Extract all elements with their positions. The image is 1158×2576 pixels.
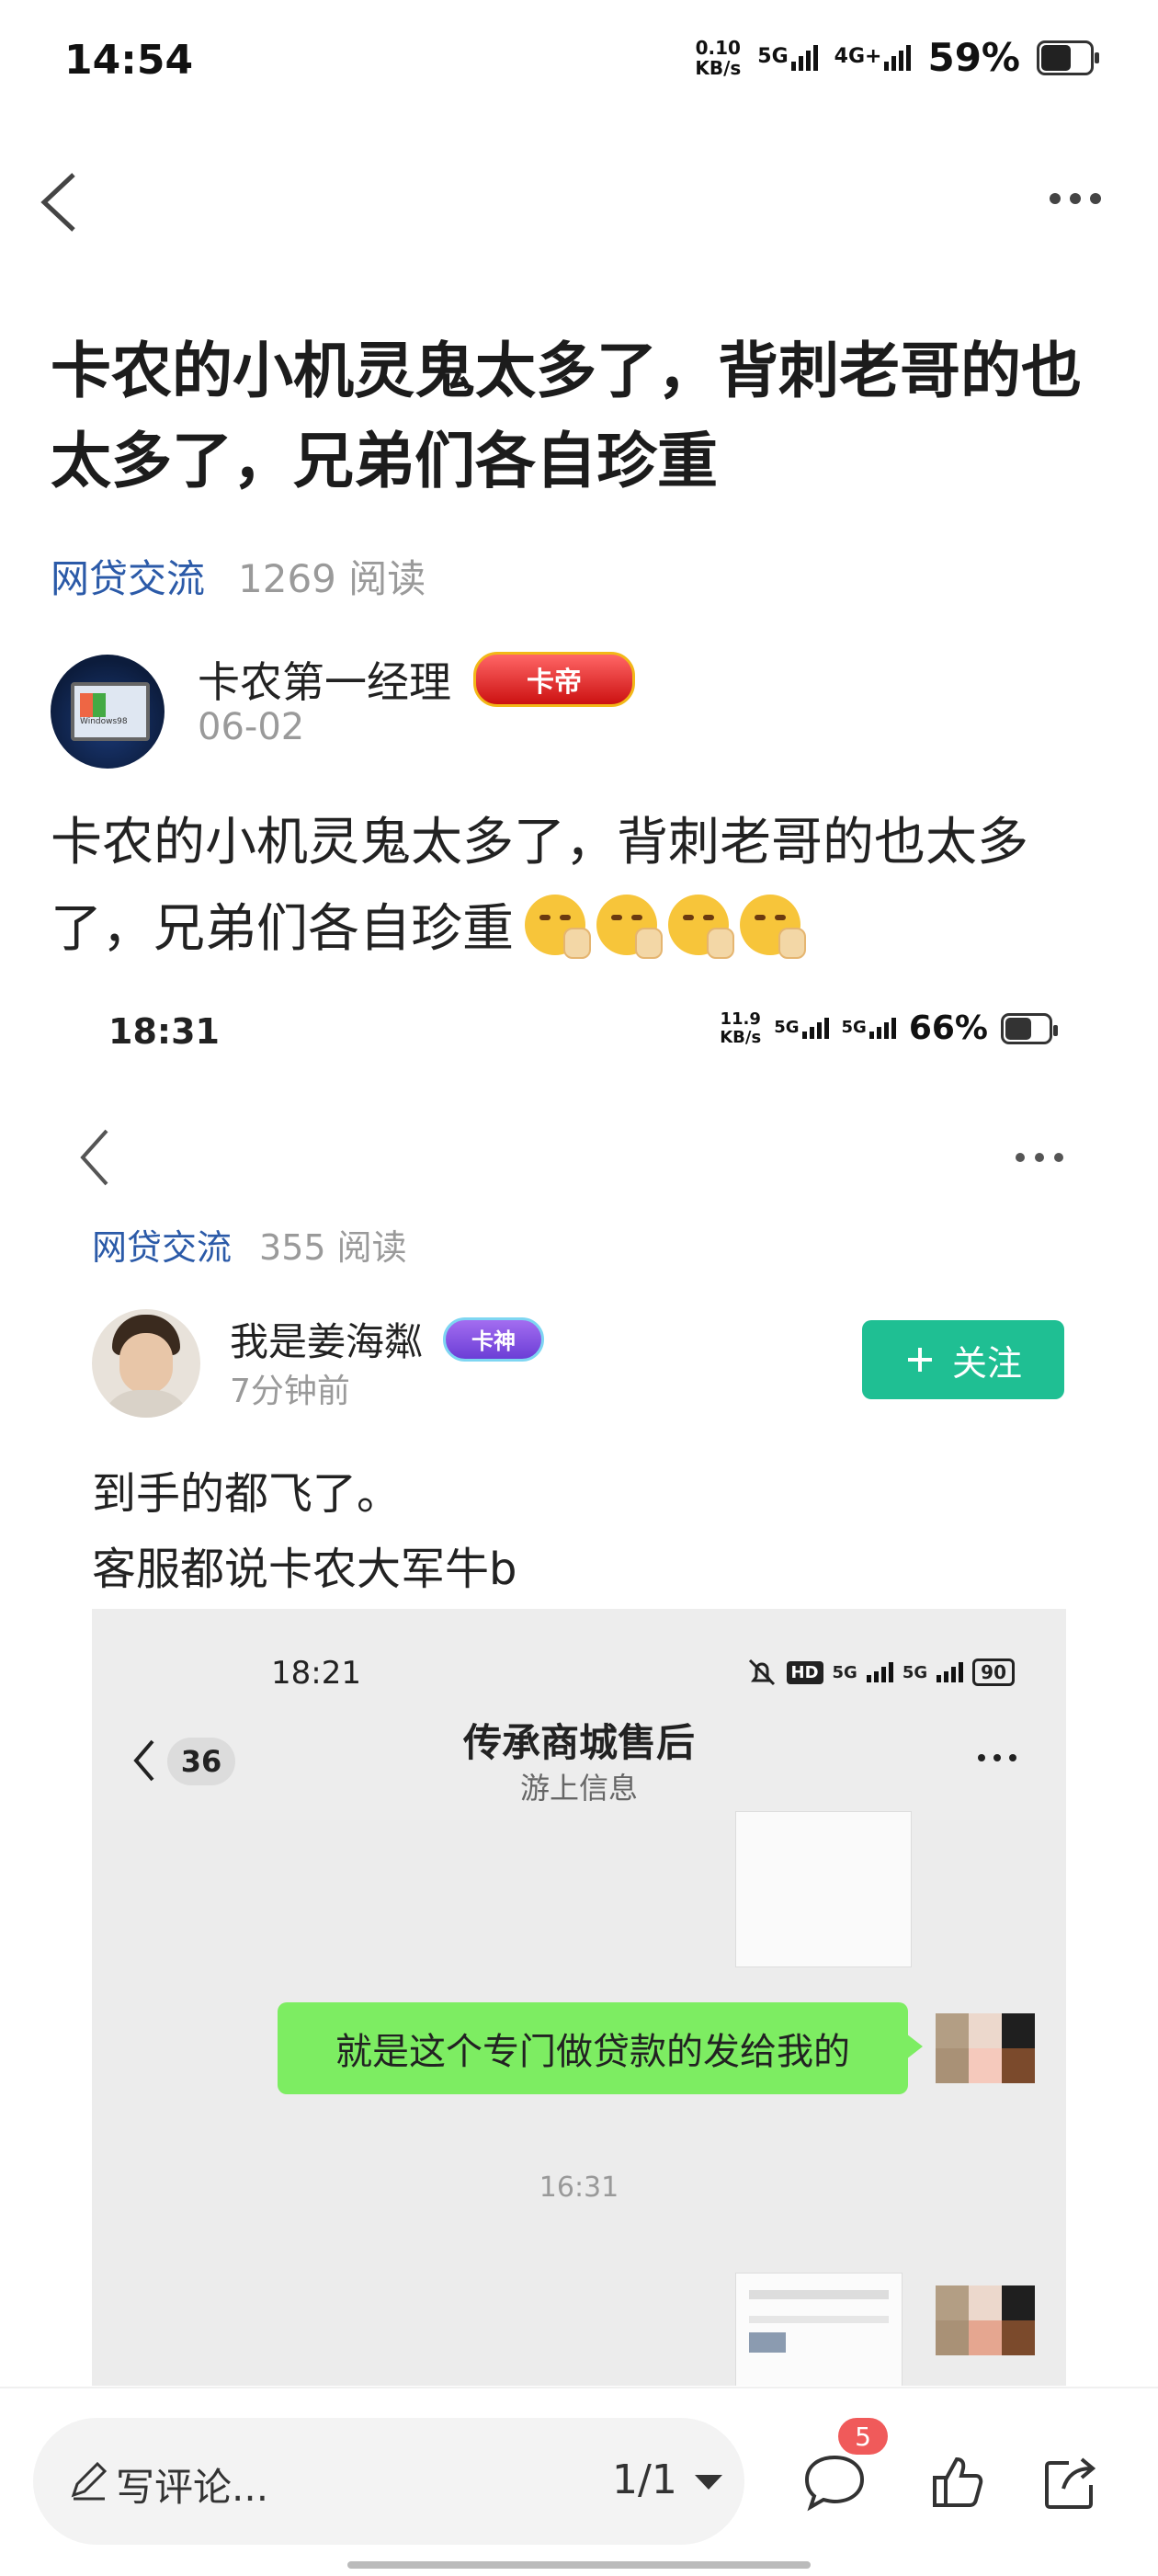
embedded-read-count: 355 阅读 <box>259 1227 407 1268</box>
more-dots-icon <box>1016 1153 1063 1162</box>
caret-down-icon <box>695 2475 722 2490</box>
avatar[interactable]: Windows98 <box>51 655 165 769</box>
embedded-post-time: 7分钟前 <box>230 1373 350 1410</box>
embedded-avatar[interactable] <box>92 1309 200 1418</box>
embedded-more-button[interactable] <box>1011 1144 1068 1171</box>
network-speed: 0.10 KB/s <box>695 36 742 79</box>
more-button[interactable] <box>1039 180 1112 217</box>
embedded-status-indicators: 11.9 KB/s 5G 5G 66% <box>720 1009 1058 1047</box>
comment-count-badge: 5 <box>838 2418 888 2455</box>
chat-status-time: 18:21 <box>271 1655 361 1692</box>
signal-bars-icon <box>868 1018 896 1039</box>
chat-screenshot: 18:21 HD 5G 5G 90 36 传承商城售后 游上信息 就是这个专门做… <box>92 1609 1066 2386</box>
chat-subtitle: 游上信息 <box>519 1771 638 1806</box>
image-message-thumbnail <box>735 1811 912 1967</box>
chat-message-bubble: 就是这个专门做贷款的发给我的 <box>278 2002 923 2094</box>
sender-avatar-mosaic <box>936 2285 1035 2355</box>
share-button[interactable] <box>1024 2436 1116 2528</box>
pencil-icon <box>71 2461 108 2501</box>
smirk-emoji-icon <box>740 895 806 959</box>
smirk-emoji-icon <box>596 895 663 959</box>
battery-percent: 59% <box>927 35 1020 80</box>
author-badge: 卡帝 <box>473 652 635 707</box>
comment-button[interactable]: 5 <box>789 2418 888 2528</box>
embedded-author-name[interactable]: 我是姜海粼 <box>230 1311 423 1367</box>
comment-bubble-icon <box>804 2455 865 2512</box>
back-chevron-icon <box>40 173 75 232</box>
more-dots-icon <box>978 1754 1016 1761</box>
smirk-emoji-icon <box>668 895 734 959</box>
back-button[interactable] <box>28 165 101 239</box>
embedded-author-badge: 卡神 <box>443 1316 545 1362</box>
embedded-content: 到手的都飞了。 客服都说卡农大军牛b <box>92 1468 517 1595</box>
bottom-action-bar: 写评论... 1/1 5 <box>0 2387 1158 2576</box>
plus-icon <box>907 1348 932 1372</box>
post-content: 卡农的小机灵鬼太多了，背刺老哥的也太多了，兄弟们各自珍重 <box>51 813 1028 959</box>
follow-button[interactable]: 关注 <box>862 1320 1064 1399</box>
chat-status-indicators: HD 5G 5G 90 <box>746 1657 1015 1688</box>
signal-5g: 5G <box>757 44 818 71</box>
chat-timestamp: 16:31 <box>539 2171 619 2204</box>
embedded-category-link[interactable]: 网贷交流 <box>92 1219 232 1270</box>
signal-4g: 4G+ <box>834 44 912 71</box>
signal-bars-icon <box>884 44 912 71</box>
back-chevron-icon <box>80 1129 108 1186</box>
author-name[interactable]: 卡农第一经理 <box>198 649 451 710</box>
battery-icon <box>1037 40 1099 75</box>
signal-bars-icon <box>801 1018 829 1039</box>
embedded-status-time: 18:31 <box>108 1011 220 1052</box>
embedded-back-button[interactable] <box>74 1125 119 1190</box>
category-link[interactable]: 网贷交流 <box>51 548 205 604</box>
status-indicators: 0.10 KB/s 5G 4G+ 59% <box>695 35 1099 80</box>
chat-title: 传承商城售后 <box>462 1720 695 1765</box>
thumbs-up-icon <box>933 2456 983 2507</box>
mute-bell-icon <box>748 1658 775 1686</box>
comment-input[interactable]: 写评论... 1/1 <box>33 2418 744 2545</box>
post-title: 卡农的小机灵鬼太多了，背刺老哥的也太多了，兄弟们各自珍重 <box>51 336 1082 496</box>
pager[interactable]: 1/1 <box>612 2456 677 2503</box>
post-date: 06-02 <box>198 706 305 748</box>
smirk-emoji-icon <box>525 895 591 959</box>
image-message-thumbnail-2 <box>735 2273 903 2386</box>
home-indicator[interactable] <box>347 2561 811 2569</box>
status-time: 14:54 <box>64 37 194 84</box>
share-icon <box>1045 2457 1096 2509</box>
signal-bars-icon <box>790 44 818 71</box>
read-count: 1269 阅读 <box>238 556 426 601</box>
sender-avatar-mosaic <box>936 2013 1035 2083</box>
like-button[interactable] <box>912 2436 1004 2528</box>
more-dots-icon <box>1050 193 1101 204</box>
battery-icon <box>1001 1012 1058 1044</box>
